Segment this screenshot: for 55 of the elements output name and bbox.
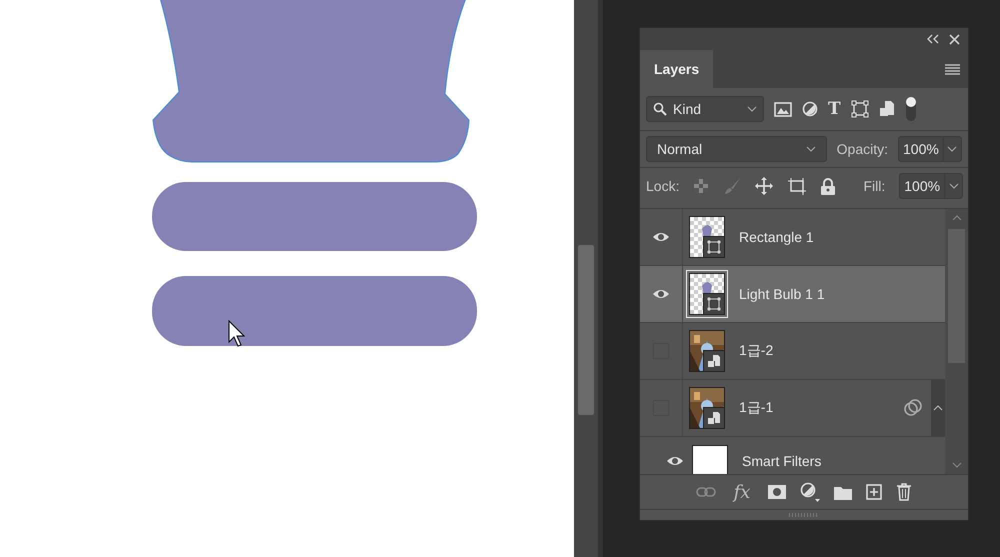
blend-mode-dropdown[interactable]: Normal [646,136,827,162]
vector-shape-icon [703,236,725,258]
cursor-icon [228,320,246,347]
layer-name: 1급-2 [739,342,774,360]
lock-icon[interactable] [821,178,836,194]
layer-row[interactable]: Smart Filters [640,437,945,474]
scrollbar-thumb[interactable] [578,245,594,415]
lock-label: Lock: [646,178,680,194]
folder-icon[interactable] [834,484,852,500]
filter-mask-thumbnail [692,445,728,474]
layers-tab[interactable]: Layers [640,50,714,88]
filter-kind-dropdown[interactable]: Kind [646,96,764,122]
layer-mask-icon[interactable] [768,485,786,499]
adjustment-filter-icon[interactable] [802,101,818,117]
opacity-label: Opacity: [836,141,888,157]
shape-filter-icon[interactable] [850,100,869,118]
opacity-field[interactable]: 100% [898,136,962,162]
layer-row[interactable]: Light Bulb 1 1 [640,266,945,323]
layer-name: Smart Filters [742,453,822,469]
caret-icon [806,146,816,152]
smart-object-icon [703,350,725,372]
eye-icon[interactable] [666,455,684,467]
eye-icon[interactable] [652,231,670,243]
type-filter-button[interactable]: T [828,100,841,118]
layer-row[interactable]: 1급-1 [640,380,945,437]
menu-icon[interactable] [945,64,960,74]
collapse-icon[interactable] [927,34,939,44]
resize-grip[interactable] [789,513,819,517]
caret-icon [747,106,757,112]
new-layer-icon[interactable] [866,484,882,500]
filter-toggle-icon[interactable] [904,96,917,122]
eye-icon[interactable] [652,288,670,300]
smart-object-icon [703,407,725,429]
smart-object-filter-icon[interactable] [878,100,895,118]
layer-row[interactable]: 1급-2 [640,323,945,380]
vector-shape-icon [703,293,725,315]
scroll-up-icon[interactable] [952,215,962,221]
caret-icon [933,405,943,411]
fill-label: Fill: [863,178,886,194]
layer-name: Light Bulb 1 1 [739,286,826,302]
fill-field[interactable]: 100% [899,173,964,199]
artboard-icon[interactable] [787,177,808,195]
move-icon[interactable] [755,177,774,195]
search-icon [653,102,667,116]
layer-name: 1급-1 [739,399,774,417]
layer-style-button[interactable]: fx [730,482,754,502]
caret-icon [947,146,958,152]
adjustment-layer-icon[interactable] [800,482,820,502]
scroll-down-icon[interactable] [952,462,962,468]
caret-icon [948,183,959,189]
layer-name: Rectangle 1 [739,229,815,245]
expand-toggle[interactable] [931,380,945,436]
close-icon[interactable] [949,34,960,44]
trash-icon[interactable] [896,483,912,501]
image-filter-icon[interactable] [774,102,792,116]
